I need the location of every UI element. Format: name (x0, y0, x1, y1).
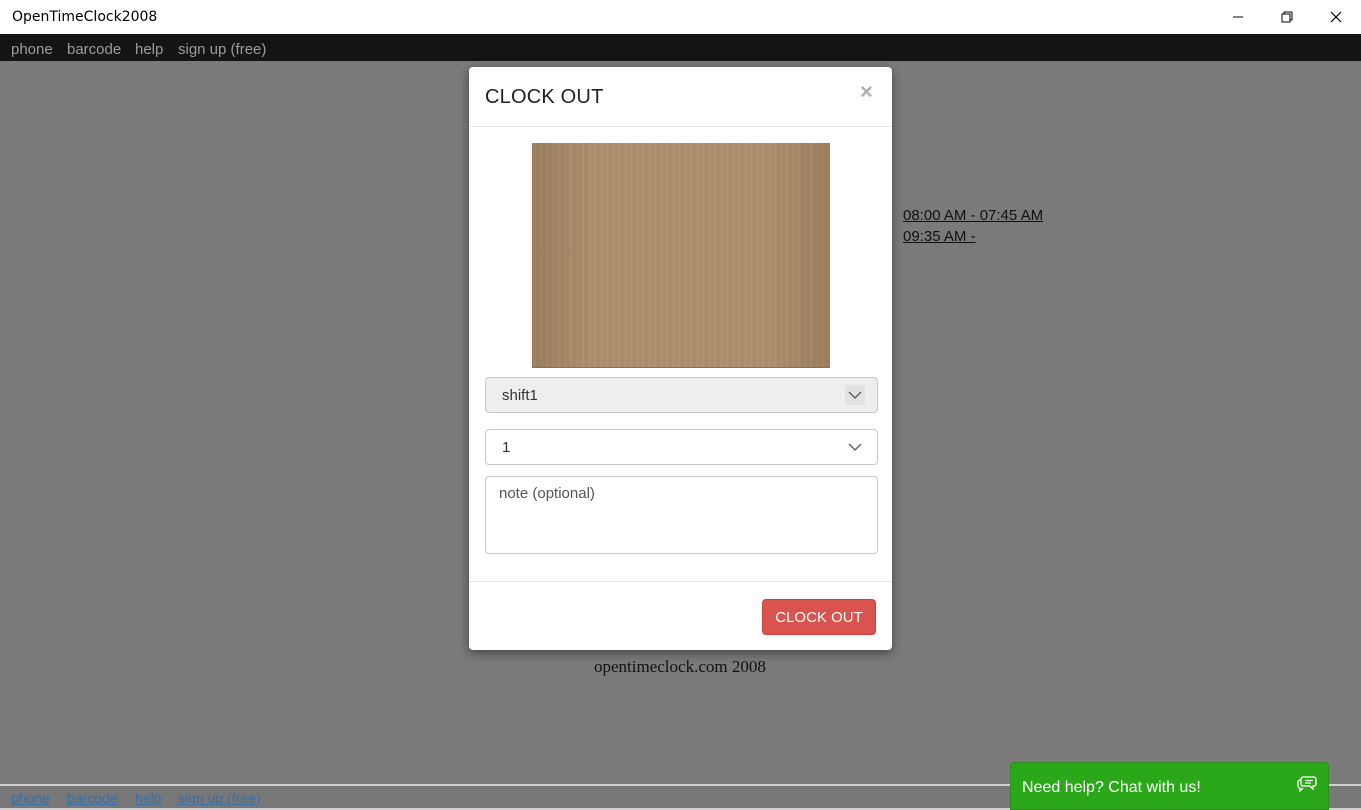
restore-button[interactable] (1263, 0, 1311, 34)
modal-header: CLOCK OUT × (469, 67, 892, 127)
modal-footer: CLOCK OUT (469, 581, 892, 650)
shift-time-link-2[interactable]: 09:35 AM - (903, 228, 976, 245)
nav-sign-up[interactable]: sign up (free) (178, 41, 266, 58)
top-navbar: phone barcode help sign up (free) (0, 34, 1361, 61)
minimize-button[interactable] (1214, 0, 1262, 34)
chat-widget-button[interactable]: Need help? Chat with us! (1010, 762, 1329, 810)
chat-label: Need help? Chat with us! (1022, 779, 1201, 796)
chat-bubbles-icon (1297, 776, 1317, 792)
minimize-icon (1233, 16, 1243, 18)
bottom-nav-barcode[interactable]: barcode (67, 790, 118, 806)
shift-time-link-1[interactable]: 08:00 AM - 07:45 AM (903, 207, 1043, 224)
shift-select[interactable]: shift1 (485, 377, 878, 413)
nav-barcode[interactable]: barcode (67, 41, 121, 58)
close-window-button[interactable] (1312, 0, 1360, 34)
modal-title: CLOCK OUT (485, 86, 604, 108)
note-placeholder: note (optional) (499, 485, 595, 502)
restore-icon (1281, 11, 1293, 23)
window-titlebar: OpenTimeClock2008 (0, 0, 1361, 34)
shift-select-value: shift1 (502, 386, 538, 404)
nav-help[interactable]: help (135, 41, 163, 58)
bottom-nav-sign-up[interactable]: sign up (free) (178, 790, 260, 806)
bottom-nav-help[interactable]: help (135, 790, 161, 806)
modal-close-button[interactable]: × (860, 79, 873, 105)
clock-out-button[interactable]: CLOCK OUT (762, 599, 876, 635)
footer-copyright: opentimeclock.com 2008 (594, 657, 766, 676)
chevron-down-icon (845, 437, 865, 457)
chevron-down-icon (845, 385, 865, 405)
note-textarea[interactable]: note (optional) (485, 476, 878, 554)
bottom-nav-phone[interactable]: phone (11, 790, 50, 806)
close-icon (1330, 11, 1342, 23)
clock-out-modal: CLOCK OUT × shift1 1 note (optional) CLO… (469, 67, 892, 650)
window-title: OpenTimeClock2008 (12, 9, 158, 25)
quantity-select-value: 1 (502, 438, 511, 456)
camera-preview (532, 143, 830, 368)
quantity-select[interactable]: 1 (485, 429, 878, 465)
nav-phone[interactable]: phone (11, 41, 53, 58)
